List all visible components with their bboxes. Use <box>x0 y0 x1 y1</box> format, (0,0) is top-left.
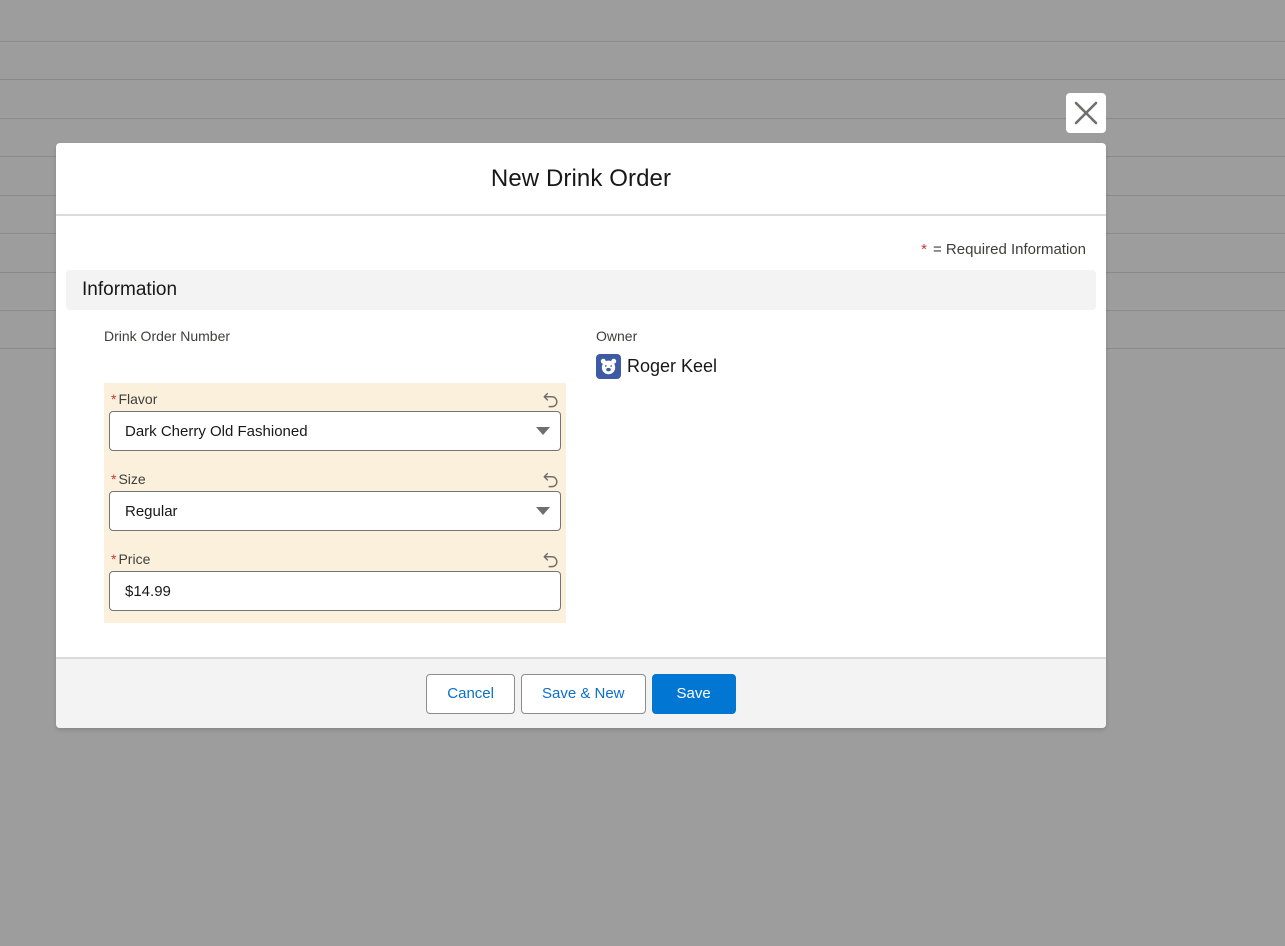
save-button[interactable]: Save <box>651 673 736 714</box>
close-icon <box>1074 101 1098 125</box>
required-note-text: = Required Information <box>932 241 1086 258</box>
bear-avatar-icon <box>596 354 621 379</box>
required-star: * <box>111 391 117 407</box>
price-value: $14.99 <box>125 582 171 600</box>
owner-name: Roger Keel <box>627 356 718 376</box>
flavor-field: * Flavor Dark Cherry Old Fashioned <box>109 387 561 451</box>
flavor-label: * Flavor <box>111 391 158 407</box>
section-title: Information <box>82 279 178 300</box>
flavor-selected-value: Dark Cherry Old Fashioned <box>125 422 308 440</box>
undo-icon[interactable] <box>541 389 561 409</box>
flavor-select[interactable]: Dark Cherry Old Fashioned <box>109 411 561 451</box>
background-row-divider <box>0 41 1285 42</box>
required-star: * <box>111 551 117 567</box>
required-information-note: * = Required Information <box>921 241 1086 258</box>
undo-icon[interactable] <box>541 549 561 569</box>
size-select[interactable]: Regular <box>109 491 561 531</box>
save-and-new-button[interactable]: Save & New <box>520 673 646 714</box>
size-selected-value: Regular <box>125 502 178 520</box>
modal-header: New Drink Order <box>56 143 1106 216</box>
chevron-down-icon <box>536 507 550 515</box>
owner-field: Roger Keel <box>596 354 717 379</box>
required-star: * <box>111 471 117 487</box>
modal-title: New Drink Order <box>490 164 672 192</box>
close-modal-button[interactable] <box>1066 93 1106 133</box>
price-label: * Price <box>111 551 151 567</box>
modal-footer: Cancel Save & New Save <box>56 657 1106 728</box>
chevron-down-icon <box>536 427 550 435</box>
required-star: * <box>921 241 927 258</box>
price-input[interactable]: $14.99 <box>109 571 561 611</box>
owner-label: Owner <box>596 328 638 344</box>
background-row-divider <box>0 79 1285 80</box>
edited-fields-panel: * Flavor Dark Cherry Old Fashioned * Size <box>104 383 566 623</box>
section-header-information[interactable]: Information <box>66 270 1096 310</box>
price-field: * Price $14.99 <box>109 547 561 611</box>
new-drink-order-modal: New Drink Order * = Required Information … <box>56 143 1106 728</box>
cancel-button[interactable]: Cancel <box>426 673 515 714</box>
undo-icon[interactable] <box>541 469 561 489</box>
size-label: * Size <box>111 471 146 487</box>
drink-order-number-label: Drink Order Number <box>104 328 231 344</box>
size-field: * Size Regular <box>109 467 561 531</box>
